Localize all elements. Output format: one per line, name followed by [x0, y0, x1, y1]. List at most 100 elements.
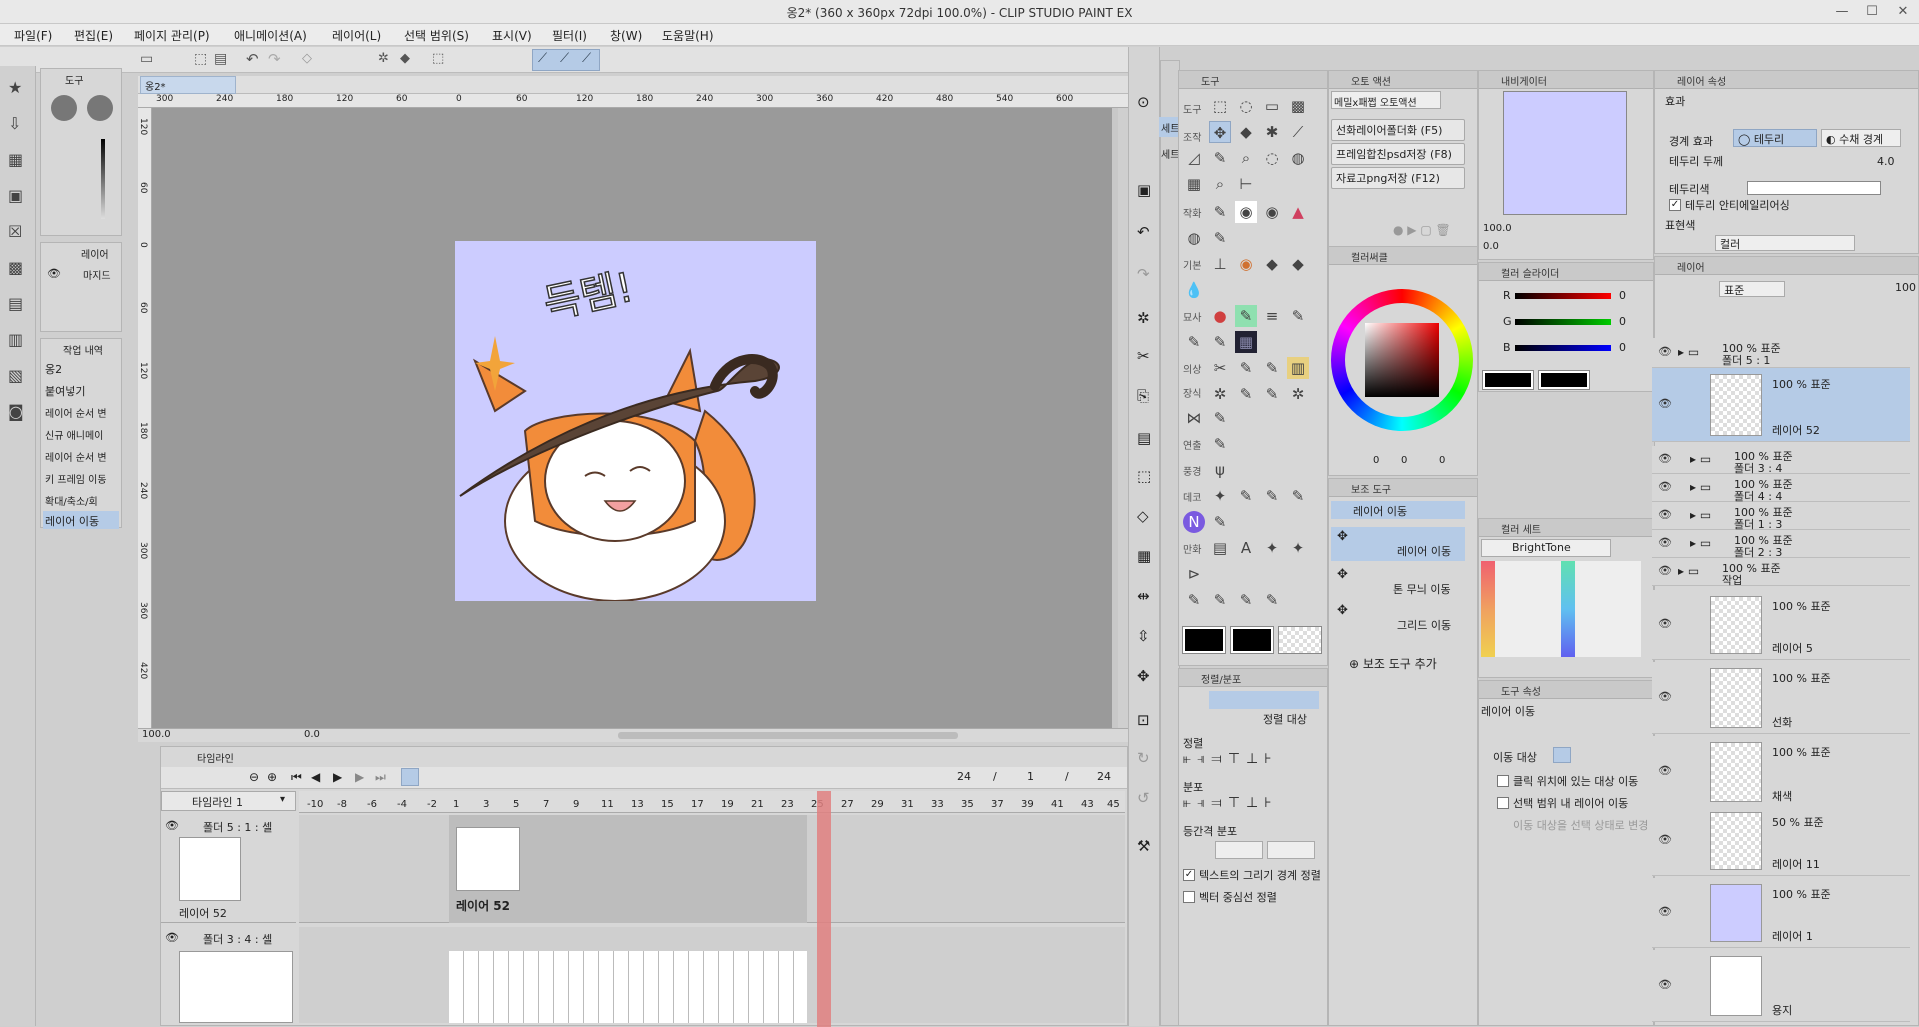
menu-help[interactable]: 도움말(H) — [662, 27, 714, 44]
green-value[interactable]: 0 — [1619, 315, 1626, 328]
arrow-tool-icon[interactable]: ⊳ — [1183, 563, 1205, 585]
eye-icon[interactable]: 👁 — [1658, 452, 1672, 465]
layer-row[interactable]: 👁 ▸ ▭ 100 % 표준 폴더 2 : 3 — [1652, 530, 1910, 559]
layer-row[interactable]: 👁 ▸ ▭ 100 % 표준 작업 — [1652, 558, 1910, 587]
magic-wand-icon[interactable]: ✱ — [1261, 121, 1283, 143]
eraser-icon[interactable]: ◆ — [1261, 253, 1283, 275]
water-icon[interactable]: 💧 — [1183, 279, 1205, 301]
zoom-value[interactable]: 100.0 — [142, 729, 171, 740]
history-item-selected[interactable]: 레이어 이동 — [43, 511, 119, 529]
redo-icon[interactable]: ↷ — [1137, 265, 1150, 283]
watercolor-option[interactable]: ◐ 수채 경계 — [1821, 129, 1901, 147]
n-badge-icon[interactable]: N — [1183, 511, 1205, 533]
clear-icon[interactable]: ◇ — [302, 51, 312, 66]
pen-13-icon[interactable]: ✎ — [1261, 485, 1283, 507]
rotate-reset-icon[interactable]: ↺ — [1137, 789, 1150, 807]
eye-icon[interactable]: 👁 — [165, 931, 179, 944]
antialias-checkbox[interactable]: ✓ — [1669, 199, 1681, 211]
eye-icon[interactable]: 👁 — [1658, 508, 1672, 521]
auto-action-item[interactable]: 자료고png저장 (F12) — [1331, 167, 1465, 189]
navigator-rotate[interactable]: 0.0 — [1483, 241, 1499, 252]
timeline-select[interactable]: 타임라인 1 ▾ — [161, 791, 296, 811]
pen-15-icon[interactable]: ✎ — [1209, 511, 1231, 533]
target-layer-button[interactable] — [1553, 747, 1571, 763]
pen-11-icon[interactable]: ✎ — [1209, 433, 1231, 455]
pencil-icon[interactable]: ✎ — [1209, 201, 1231, 223]
eraser-2-icon[interactable]: ◆ — [1287, 253, 1309, 275]
open-icon[interactable]: ⬚ — [194, 51, 207, 67]
check-selection-move[interactable] — [1497, 797, 1509, 809]
object-icon[interactable]: ⌕ — [1209, 173, 1231, 195]
distribute-buttons[interactable]: ⫦⫣⫤⊤⊥⊦ — [1183, 795, 1278, 811]
auto-action-item[interactable]: 프레임합친psd저장 (F8) — [1331, 143, 1465, 165]
layer-row[interactable]: 👁 ▸ ▭ 100 % 표준 폴더 3 : 4 — [1652, 446, 1910, 475]
new-icon[interactable]: ▭ — [140, 51, 153, 67]
maximize-button[interactable]: ☐ — [1862, 2, 1882, 22]
timeline-track[interactable]: 👁 폴더 3 : 4 : 셀 — [161, 927, 296, 1023]
fit-icon[interactable]: ⊡ — [1137, 711, 1150, 729]
pen-3-icon[interactable]: ✎ — [1287, 305, 1309, 327]
pen-4-icon[interactable]: ✎ — [1183, 331, 1205, 353]
pen-tool-icon[interactable]: ✎ — [1209, 147, 1231, 169]
history-item[interactable]: 신규 애니메이 — [45, 427, 103, 442]
eye-icon[interactable]: 👁 — [1658, 345, 1672, 358]
preset-2-icon[interactable]: ◉ — [1261, 201, 1283, 223]
canvas-vscrollbar[interactable] — [1112, 108, 1118, 728]
track-frames[interactable] — [299, 927, 1125, 1023]
check-click-target[interactable] — [1497, 775, 1509, 787]
menu-layer[interactable]: 레이어(L) — [332, 27, 381, 44]
new-layer-icon[interactable]: ▣ — [1137, 181, 1151, 199]
gear-icon[interactable]: ✲ — [1209, 383, 1231, 405]
opacity-value[interactable]: 100 — [1895, 281, 1916, 294]
eye-icon[interactable]: 👁 — [1658, 690, 1672, 703]
stripe-icon[interactable]: ▥ — [1287, 357, 1309, 379]
pen-7-icon[interactable]: ✎ — [1261, 357, 1283, 379]
slider-main-color[interactable] — [1482, 370, 1534, 390]
layer-row[interactable]: 👁 100 % 표준 선화 — [1652, 662, 1910, 734]
history-item[interactable]: 키 프레임 이동 — [45, 471, 107, 486]
eye-icon[interactable]: 👁 — [1658, 564, 1672, 577]
preset-icon[interactable]: ◉ — [1235, 201, 1257, 223]
brush-size-preview[interactable] — [51, 95, 77, 121]
eye-icon[interactable]: 👁 — [1658, 833, 1672, 846]
grid-icon[interactable]: ▦ — [8, 150, 23, 169]
eye-icon[interactable]: 👁 — [1658, 905, 1672, 918]
pattern-icon[interactable]: ▦ — [1235, 331, 1257, 353]
size-slider[interactable] — [101, 139, 105, 219]
border-color-swatch[interactable] — [1747, 181, 1881, 195]
folder-icon[interactable]: ▸ ▭ — [1690, 536, 1711, 550]
spacing-v-button[interactable] — [1267, 841, 1315, 859]
subtool-item[interactable]: ✥ 그리드 이동 — [1331, 601, 1465, 635]
flip-horizontal-icon[interactable]: ⇹ — [1137, 587, 1150, 605]
zoom-out-icon[interactable]: ⊖ — [249, 770, 259, 784]
menu-animation[interactable]: 애니메이션(A) — [234, 27, 307, 44]
layer-row[interactable]: 👁 100 % 표준 레이어 52 — [1652, 368, 1910, 442]
swatch-cool[interactable] — [1561, 561, 1575, 657]
eye-icon[interactable]: 👁 — [1658, 764, 1672, 777]
pen-2-icon[interactable]: ✎ — [1209, 227, 1231, 249]
canvas-tab[interactable]: 옹2* — [140, 76, 236, 94]
border-option[interactable]: ◯ 테두리 — [1733, 129, 1817, 147]
grass-icon[interactable]: ψ — [1209, 459, 1231, 481]
layer-row[interactable]: 👁 100 % 표준 채색 — [1652, 736, 1910, 808]
pen-16-icon[interactable]: ✎ — [1183, 589, 1205, 611]
hatch-icon[interactable]: ≡ — [1261, 305, 1283, 327]
rectangle-icon[interactable]: ▭ — [1261, 95, 1283, 117]
zoom-in-icon[interactable]: ⊕ — [267, 770, 277, 784]
redo-icon[interactable]: ↷ — [268, 50, 281, 68]
rotate-value[interactable]: 0.0 — [304, 729, 320, 740]
eye-icon[interactable]: 👁 — [1658, 978, 1672, 991]
sub-color-swatch[interactable] — [1230, 626, 1274, 654]
transform-icon[interactable]: ⬚ — [1137, 467, 1151, 485]
frame-tool-icon[interactable]: ▦ — [1183, 173, 1205, 195]
slider-sub-color[interactable] — [1538, 370, 1590, 390]
align-buttons[interactable]: ⫦⫣⫤⊤⊥⊦ — [1183, 751, 1278, 767]
history-item[interactable]: 붙여넣기 — [45, 383, 85, 399]
camera2-icon[interactable]: ◙ — [8, 402, 24, 421]
eye-icon[interactable]: 👁 — [1658, 480, 1672, 493]
stamp-icon[interactable]: ⊥ — [1209, 253, 1231, 275]
fox-preset-icon[interactable]: ◉ — [1235, 253, 1257, 275]
folder-icon[interactable]: ▸ ▭ — [1690, 480, 1711, 494]
subtool-group-header[interactable]: 레이어 이동 — [1331, 501, 1465, 519]
gradient-icon[interactable]: ▩ — [1287, 95, 1309, 117]
